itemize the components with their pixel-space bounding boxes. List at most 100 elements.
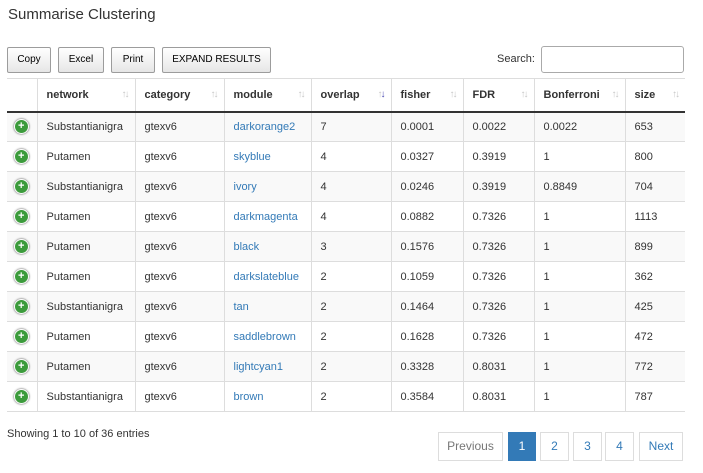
cell-bonferroni: 0.8849 — [533, 171, 625, 202]
module-link[interactable]: black — [234, 241, 260, 253]
cell-size: 362 — [624, 261, 685, 292]
expand-row-icon[interactable]: + — [13, 389, 29, 404]
cell-fdr: 0.7326 — [462, 261, 534, 292]
expand-row-icon[interactable]: + — [13, 299, 29, 314]
table-row: + Substantianigra gtexv6 darkorange2 7 0.0001… — [7, 111, 685, 142]
expand-cell: + — [7, 351, 37, 382]
column-header-label: size — [634, 88, 656, 101]
excel-button[interactable]: Excel — [58, 47, 104, 73]
page-2-button[interactable]: 2 — [540, 432, 569, 461]
expand-results-button[interactable]: EXPAND RESULTS — [162, 47, 271, 73]
page-4-button[interactable]: 4 — [605, 432, 634, 461]
expand-row-icon[interactable]: + — [13, 269, 29, 284]
search-label: Search: — [497, 53, 535, 65]
cell-fdr: 0.7326 — [462, 291, 534, 322]
cell-fdr: 0.8031 — [462, 351, 534, 382]
module-link[interactable]: darkmagenta — [234, 211, 298, 223]
cell-bonferroni: 1 — [533, 291, 625, 322]
expand-cell: + — [7, 261, 37, 292]
cell-fisher: 0.1059 — [390, 261, 463, 292]
cell-overlap: 4 — [310, 171, 391, 202]
expand-row-icon[interactable]: + — [13, 239, 29, 254]
cell-bonferroni: 1 — [533, 381, 625, 412]
search-input[interactable] — [541, 46, 684, 73]
next-page-button[interactable]: Next — [639, 432, 683, 461]
cell-network: Putamen — [36, 201, 135, 232]
cell-module: skyblue — [223, 141, 311, 172]
module-link[interactable]: lightcyan1 — [234, 361, 284, 373]
column-header-category[interactable]: category ↑↓ — [134, 78, 224, 113]
header-row: network ↑↓ category ↑↓ module ↑↓ overlap ↑↓ … — [7, 78, 685, 113]
cell-fisher: 0.1628 — [390, 321, 463, 352]
column-header-size[interactable]: size ↑↓ — [624, 78, 685, 113]
page-1-button[interactable]: 1 — [508, 432, 536, 461]
sort-both-icon: ↑↓ — [297, 89, 306, 100]
expand-row-icon[interactable]: + — [13, 119, 29, 135]
cell-bonferroni: 0.0022 — [533, 111, 625, 142]
cell-module: saddlebrown — [223, 321, 311, 352]
cell-category: gtexv6 — [134, 351, 224, 382]
cell-module: darkslateblue — [223, 261, 311, 292]
cell-module: tan — [223, 291, 311, 322]
sort-both-icon: ↑↓ — [449, 89, 458, 100]
cell-category: gtexv6 — [134, 261, 224, 292]
column-header-label: category — [144, 88, 191, 101]
table-info: Showing 1 to 10 of 36 entries — [7, 428, 150, 440]
expand-row-icon[interactable]: + — [13, 179, 29, 194]
cell-overlap: 2 — [310, 381, 391, 412]
cell-category: gtexv6 — [134, 231, 224, 262]
print-button[interactable]: Print — [111, 47, 155, 73]
cell-fisher: 0.0246 — [390, 171, 463, 202]
column-header-module[interactable]: module ↑↓ — [223, 78, 311, 113]
module-link[interactable]: skyblue — [234, 151, 271, 163]
sort-both-icon: ↑↓ — [611, 89, 620, 100]
cell-overlap: 4 — [310, 201, 391, 232]
copy-button[interactable]: Copy — [7, 47, 51, 73]
cell-fisher: 0.1576 — [390, 231, 463, 262]
module-link[interactable]: brown — [234, 391, 264, 403]
expand-row-icon[interactable]: + — [13, 359, 29, 374]
column-header-label: fisher — [400, 88, 431, 101]
cell-fdr: 0.7326 — [462, 231, 534, 262]
table-row: + Putamen gtexv6 darkslateblue 2 0.1059 0.7326… — [7, 261, 685, 292]
cell-network: Putamen — [36, 261, 135, 292]
column-header-label: FDR — [472, 88, 496, 101]
cell-category: gtexv6 — [134, 381, 224, 412]
expand-cell: + — [7, 171, 37, 202]
module-link[interactable]: ivory — [234, 181, 257, 193]
column-header-network[interactable]: network ↑↓ — [36, 78, 135, 113]
cell-fisher: 0.1464 — [390, 291, 463, 322]
column-header-bonferroni[interactable]: Bonferroni ↑↓ — [533, 78, 625, 113]
table-row: + Substantianigra gtexv6 ivory 4 0.0246 0.3919… — [7, 171, 685, 202]
cell-module: ivory — [223, 171, 311, 202]
sort-descending-icon: ↑↓ — [377, 89, 386, 100]
column-header-fdr[interactable]: FDR ↑↓ — [462, 78, 534, 113]
column-header-fisher[interactable]: fisher ↑↓ — [390, 78, 463, 113]
page-3-button[interactable]: 3 — [573, 432, 602, 461]
table-row: + Substantianigra gtexv6 tan 2 0.1464 0.7326 1 4… — [7, 291, 685, 322]
expand-cell: + — [7, 381, 37, 412]
table-row: + Putamen gtexv6 black 3 0.1576 0.7326 1 899 — [7, 231, 685, 262]
cell-overlap: 2 — [310, 321, 391, 352]
expand-row-icon[interactable]: + — [13, 329, 29, 344]
module-link[interactable]: darkorange2 — [234, 121, 296, 133]
module-link[interactable]: darkslateblue — [234, 271, 299, 283]
cell-overlap: 3 — [310, 231, 391, 262]
column-header-label: overlap — [320, 88, 360, 101]
cell-size: 772 — [624, 351, 685, 382]
sort-both-icon: ↑↓ — [672, 89, 680, 100]
expand-row-icon[interactable]: + — [13, 149, 29, 164]
cell-network: Putamen — [36, 231, 135, 262]
cell-overlap: 2 — [310, 351, 391, 382]
module-link[interactable]: tan — [234, 301, 249, 313]
module-link[interactable]: saddlebrown — [234, 331, 296, 343]
expand-row-icon[interactable]: + — [13, 209, 29, 224]
expand-cell: + — [7, 291, 37, 322]
column-header-overlap[interactable]: overlap ↑↓ — [310, 78, 391, 113]
cell-fisher: 0.0001 — [390, 111, 463, 142]
previous-page-button[interactable]: Previous — [438, 432, 503, 461]
table-row: + Putamen gtexv6 skyblue 4 0.0327 0.3919 1 800 — [7, 141, 685, 172]
cell-network: Substantianigra — [36, 171, 135, 202]
cell-size: 653 — [624, 111, 685, 142]
cell-fisher: 0.0882 — [390, 201, 463, 232]
